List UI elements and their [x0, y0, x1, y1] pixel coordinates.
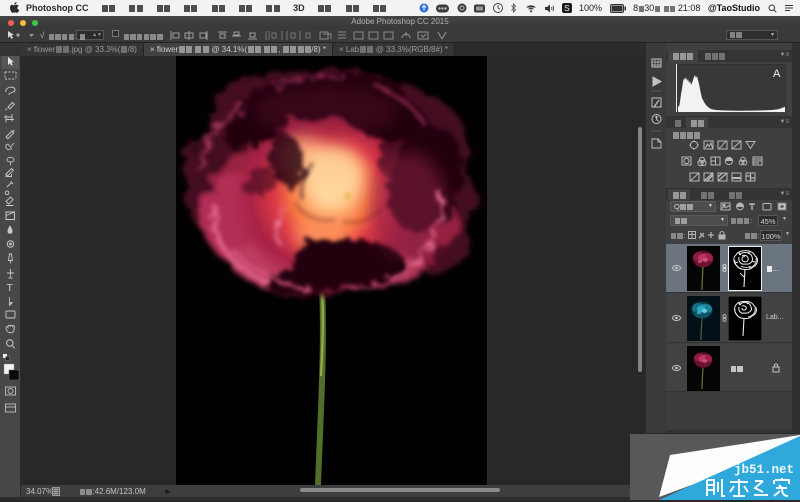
svg-text:S: S: [564, 4, 569, 13]
svg-text:T: T: [7, 282, 14, 294]
svg-text:A: A: [773, 68, 781, 80]
svg-text:jb51.net: jb51.net: [734, 463, 794, 477]
